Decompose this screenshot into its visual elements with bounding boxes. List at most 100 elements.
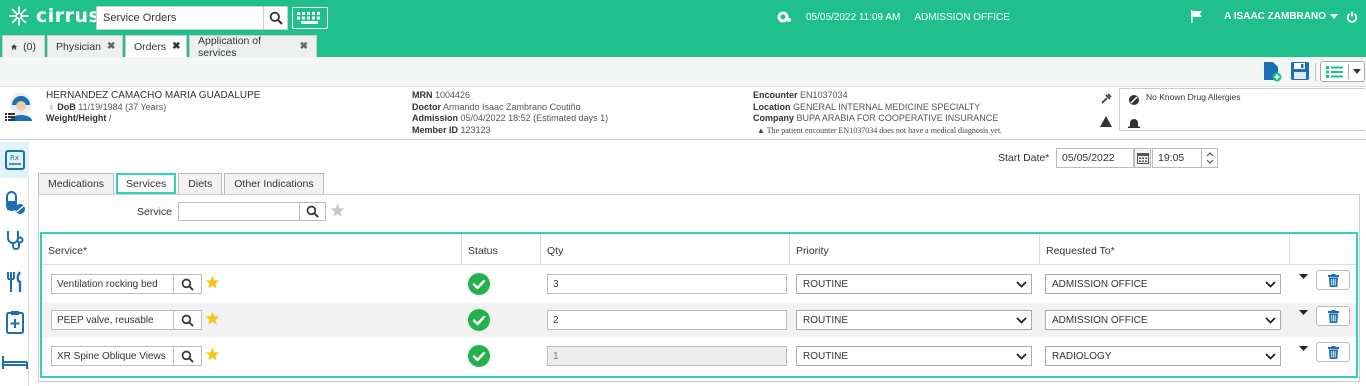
row-requested-to-select[interactable]: RADIOLOGY xyxy=(1045,346,1281,366)
search-icon xyxy=(181,278,194,291)
row-delete-button[interactable] xyxy=(1316,342,1350,362)
row-search-button[interactable] xyxy=(174,310,202,330)
power-icon[interactable] xyxy=(1346,11,1358,23)
chevron-down-icon xyxy=(1265,281,1276,288)
chevron-down-icon xyxy=(1265,353,1276,360)
global-search-input[interactable]: Service Orders xyxy=(96,6,264,30)
favorite-star-icon[interactable] xyxy=(205,275,220,290)
search-icon xyxy=(269,11,283,25)
member-id-label: Member ID xyxy=(412,124,459,135)
column-header-priority: Priority xyxy=(790,234,1040,265)
search-icon xyxy=(306,205,319,218)
row-priority-select[interactable]: ROUTINE xyxy=(796,274,1032,294)
service-search-button[interactable] xyxy=(300,202,326,221)
patient-avatar-icon[interactable] xyxy=(5,92,33,122)
row-service-input[interactable]: PEEP valve, reusable xyxy=(51,310,174,330)
close-icon[interactable]: ✖ xyxy=(172,41,180,52)
close-icon[interactable]: ✖ xyxy=(300,41,308,52)
alarm-icon[interactable] xyxy=(1128,117,1140,128)
tab-other-indications[interactable]: Other Indications xyxy=(224,173,324,194)
start-time-input[interactable]: 19:05 xyxy=(1152,148,1202,168)
bed-icon xyxy=(1,356,28,369)
search-button[interactable] xyxy=(264,6,288,30)
tab-medications[interactable]: Medications xyxy=(38,173,115,194)
row-requested-to-select[interactable]: ADMISSION OFFICE xyxy=(1045,274,1281,294)
sidebar-item-other-indications[interactable] xyxy=(0,304,29,340)
tab-diets[interactable]: Diets xyxy=(178,173,223,194)
save-icon[interactable] xyxy=(1290,61,1310,81)
row-delete-button[interactable] xyxy=(1316,270,1350,290)
row-service-input[interactable]: XR Spine Oblique Views xyxy=(51,346,174,366)
tab-orders[interactable]: Orders ✖ xyxy=(125,35,187,57)
row-caret-down-icon[interactable] xyxy=(1299,310,1308,316)
tab-application-of-services[interactable]: Application of services ✖ xyxy=(189,34,317,59)
search-icon xyxy=(181,350,194,363)
admission-label: Admission xyxy=(412,113,459,123)
row-requested-to-value: ADMISSION OFFICE xyxy=(1052,279,1148,290)
sidebar-item-services[interactable] xyxy=(0,222,29,258)
tab-home-label: (0) xyxy=(23,40,36,53)
home-icon xyxy=(11,43,18,50)
toolbar-divider xyxy=(1315,63,1316,81)
row-priority-value: ROUTINE xyxy=(803,279,848,290)
table-row: PEEP valve, reusable 2 ROUTINE ADMISSION… xyxy=(42,303,1356,337)
row-qty-input[interactable]: 2 xyxy=(547,310,787,330)
keyboard-button[interactable] xyxy=(292,7,328,29)
favorite-star-icon[interactable] xyxy=(205,347,220,362)
current-location: ADMISSION OFFICE xyxy=(914,11,1010,23)
status-area: 05/05/2022 11:09 AM ADMISSION OFFICE xyxy=(776,10,1010,24)
patient-header: HERNANDEZ CAMACHO MARIA GUADALUPE ♀ DoB … xyxy=(0,87,1366,140)
favorite-star-icon[interactable] xyxy=(205,311,220,326)
weight-height-value: / xyxy=(108,113,112,123)
tab-services[interactable]: Services xyxy=(116,173,177,194)
row-priority-select[interactable]: ROUTINE xyxy=(796,346,1032,366)
tab-application-label: Application of services xyxy=(198,34,262,59)
sidebar-item-bed[interactable] xyxy=(0,344,29,380)
row-caret-down-icon[interactable] xyxy=(1299,346,1308,352)
sidebar-item-medications[interactable] xyxy=(0,185,29,221)
dob-value: 11/19/1984 (37 Years) xyxy=(78,101,167,112)
row-qty-input: 1 xyxy=(547,346,787,366)
row-service-input[interactable]: Ventilation rocking bed xyxy=(51,274,174,294)
row-caret-down-icon[interactable] xyxy=(1299,274,1308,280)
start-date-input[interactable]: 05/05/2022 xyxy=(1056,148,1134,168)
row-priority-value: ROUTINE xyxy=(803,351,848,362)
warning-triangle-icon[interactable] xyxy=(1100,116,1112,127)
tab-home[interactable]: (0) xyxy=(2,35,45,57)
user-menu[interactable]: A ISAAC ZAMBRANO xyxy=(1224,11,1338,22)
service-search-input[interactable] xyxy=(178,202,300,221)
app-logo[interactable]: cirrus xyxy=(8,5,100,27)
connection-status-icon[interactable] xyxy=(776,10,792,24)
wrench-icon[interactable] xyxy=(1100,93,1112,105)
calendar-button[interactable] xyxy=(1134,148,1151,168)
pills-icon xyxy=(5,191,25,214)
table-header: Service* Status Qty Priority Requested T… xyxy=(42,234,1356,265)
top-bar: cirrus Service Orders 05/05/2022 11:09 A… xyxy=(0,0,1366,35)
column-header-actions xyxy=(1290,234,1356,265)
sidebar-item-prescription[interactable]: Rx xyxy=(0,142,29,178)
favorite-star-icon[interactable] xyxy=(330,203,345,218)
new-document-icon[interactable] xyxy=(1262,61,1282,82)
member-id-value: 123123 xyxy=(460,124,491,135)
allergy-text: No Known Drug Allergies xyxy=(1146,92,1241,102)
row-search-button[interactable] xyxy=(174,346,202,366)
row-search-button[interactable] xyxy=(174,274,202,294)
row-priority-select[interactable]: ROUTINE xyxy=(796,310,1032,330)
close-icon[interactable]: ✖ xyxy=(107,41,115,52)
time-spinner[interactable] xyxy=(1201,148,1218,168)
row-delete-button[interactable] xyxy=(1316,306,1350,326)
tab-physician[interactable]: Physician ✖ xyxy=(47,35,123,57)
doctor-value: Armando Isaac Zambrano Coutiño xyxy=(443,101,581,112)
svg-text:Rx: Rx xyxy=(10,154,19,162)
row-qty-input[interactable]: 3 xyxy=(547,274,787,294)
flag-icon[interactable] xyxy=(1190,10,1204,23)
column-header-status: Status xyxy=(462,234,541,265)
row-requested-to-select[interactable]: ADMISSION OFFICE xyxy=(1045,310,1281,330)
toolbar xyxy=(0,57,1366,87)
search-icon xyxy=(181,314,194,327)
sidebar-item-diets[interactable] xyxy=(0,264,29,300)
no-allergy-icon[interactable] xyxy=(1128,94,1140,106)
company-value: BUPA ARABIA FOR COOPERATIVE INSURANCE xyxy=(796,113,999,123)
view-options-button[interactable] xyxy=(1320,61,1365,82)
chevron-down-icon xyxy=(1016,281,1027,288)
